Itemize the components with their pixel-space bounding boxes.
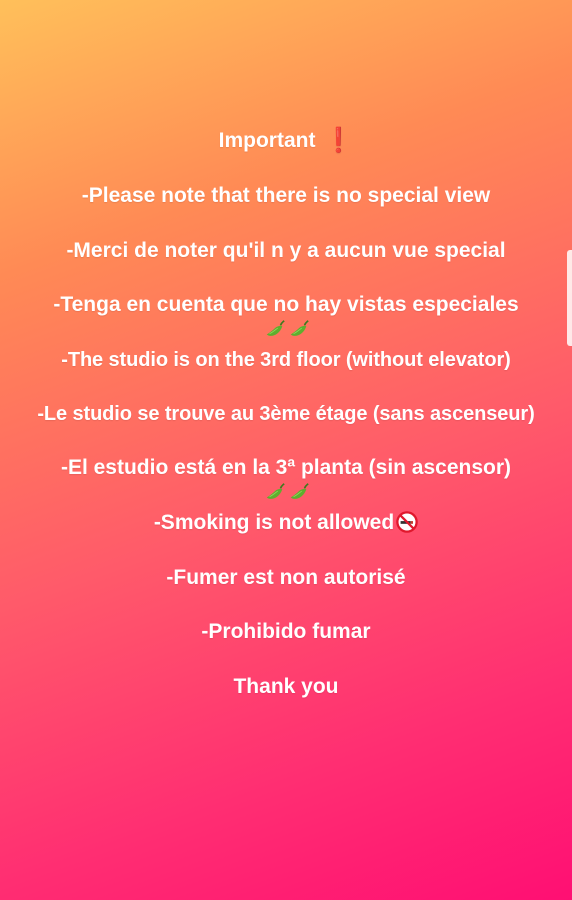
story-canvas: Important ❗ -Please note that there is no… (0, 0, 572, 900)
note-floor-fr: -Le studio se trouve au 3ème étage (sans… (37, 403, 535, 425)
hot-pepper-icon (266, 483, 285, 499)
note-smoking-en: -Smoking is not allowed (0, 509, 572, 537)
hot-pepper-icon (290, 320, 309, 336)
note-no-view-fr: -Merci de noter qu'il n y a aucun vue sp… (66, 239, 506, 262)
closing-thank-you: Thank you (233, 675, 339, 698)
note-no-view-es: -Tenga en cuenta que no hay vistas espec… (53, 293, 519, 316)
heading-text: Important (218, 129, 316, 152)
pepper-decoration-2 (264, 481, 310, 503)
note-smoking-fr: -Fumer est non autorisé (166, 566, 406, 589)
note-smoking-es: -Prohibido fumar (201, 620, 371, 643)
note-floor-en: -The studio is on the 3rd floor (without… (61, 349, 511, 371)
hot-pepper-icon (290, 483, 309, 499)
note-no-view-en: -Please note that there is no special vi… (81, 184, 491, 207)
exclamation-mark-icon: ❗ (323, 127, 354, 154)
pepper-decoration-1 (264, 318, 310, 340)
heading-important: Important ❗ (0, 127, 572, 155)
note-floor-es: -El estudio está en la 3ª planta (sin as… (60, 456, 512, 479)
smoking-text: -Smoking is not allowed (153, 511, 395, 534)
hot-pepper-icon (266, 320, 285, 336)
no-smoking-icon (396, 511, 418, 533)
scroll-handle[interactable] (567, 250, 572, 346)
